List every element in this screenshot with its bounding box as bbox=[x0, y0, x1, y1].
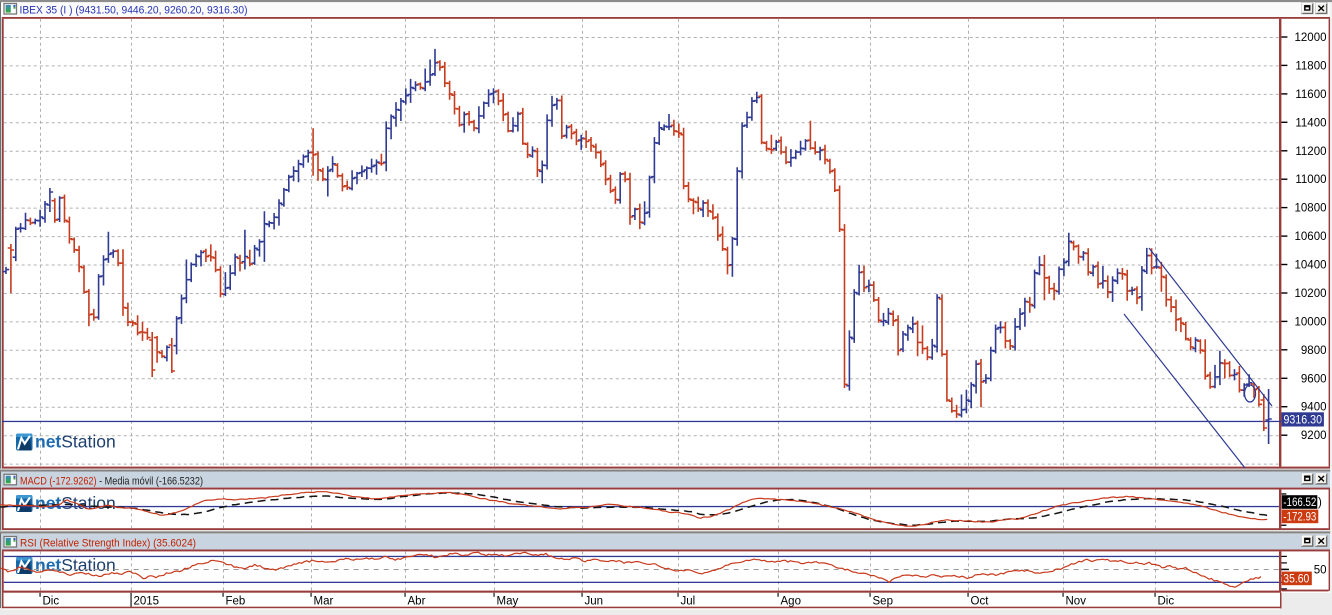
svg-text:-172.93: -172.93 bbox=[1283, 511, 1316, 523]
svg-text:11800: 11800 bbox=[1295, 60, 1326, 72]
svg-text:Oct: Oct bbox=[971, 595, 990, 607]
svg-text:netStation: netStation bbox=[35, 432, 116, 452]
svg-text:50: 50 bbox=[1314, 564, 1327, 576]
svg-text:May: May bbox=[497, 595, 519, 607]
svg-text:9200: 9200 bbox=[1301, 430, 1327, 442]
svg-text:11600: 11600 bbox=[1295, 89, 1326, 101]
svg-text:Abr: Abr bbox=[408, 595, 426, 607]
svg-text:2015: 2015 bbox=[134, 595, 160, 607]
svg-text:11000: 11000 bbox=[1295, 174, 1326, 186]
svg-text:Jun: Jun bbox=[585, 595, 604, 607]
svg-text:netStation: netStation bbox=[35, 555, 116, 575]
svg-text:10800: 10800 bbox=[1295, 203, 1327, 215]
svg-text:10600: 10600 bbox=[1295, 231, 1327, 243]
svg-text:RSI (Relative Strength Index): RSI (Relative Strength Index) (35.6024) bbox=[20, 538, 196, 550]
svg-text:11200: 11200 bbox=[1295, 146, 1326, 158]
svg-text:10000: 10000 bbox=[1295, 316, 1327, 328]
svg-text:9316.30: 9316.30 bbox=[1284, 415, 1323, 427]
svg-text:11400: 11400 bbox=[1295, 117, 1326, 129]
svg-text:Sep: Sep bbox=[873, 595, 893, 607]
svg-text:35.60: 35.60 bbox=[1283, 573, 1309, 585]
svg-text:MACD (-172.9262) - Media móvil: MACD (-172.9262) - Media móvil (-166.523… bbox=[20, 475, 203, 487]
svg-text:Ago: Ago bbox=[781, 595, 801, 607]
svg-text:9400: 9400 bbox=[1301, 402, 1327, 414]
svg-text:Mar: Mar bbox=[314, 595, 334, 607]
svg-text:-166.52: -166.52 bbox=[1283, 497, 1316, 509]
svg-text:IBEX 35 (I ) (9431.50, 9446.20: IBEX 35 (I ) (9431.50, 9446.20, 9260.20,… bbox=[20, 5, 248, 17]
svg-text:Dic: Dic bbox=[1158, 595, 1175, 607]
svg-text:Jul: Jul bbox=[681, 595, 696, 607]
svg-text:12000: 12000 bbox=[1295, 32, 1327, 44]
svg-text:9600: 9600 bbox=[1301, 373, 1327, 385]
svg-text:9800: 9800 bbox=[1301, 345, 1327, 357]
svg-text:10200: 10200 bbox=[1295, 288, 1327, 300]
svg-text:Dic: Dic bbox=[43, 595, 60, 607]
svg-text:): ) bbox=[1318, 497, 1322, 509]
svg-text:10400: 10400 bbox=[1295, 260, 1327, 272]
svg-text:Feb: Feb bbox=[226, 595, 246, 607]
svg-text:Nov: Nov bbox=[1066, 595, 1087, 607]
